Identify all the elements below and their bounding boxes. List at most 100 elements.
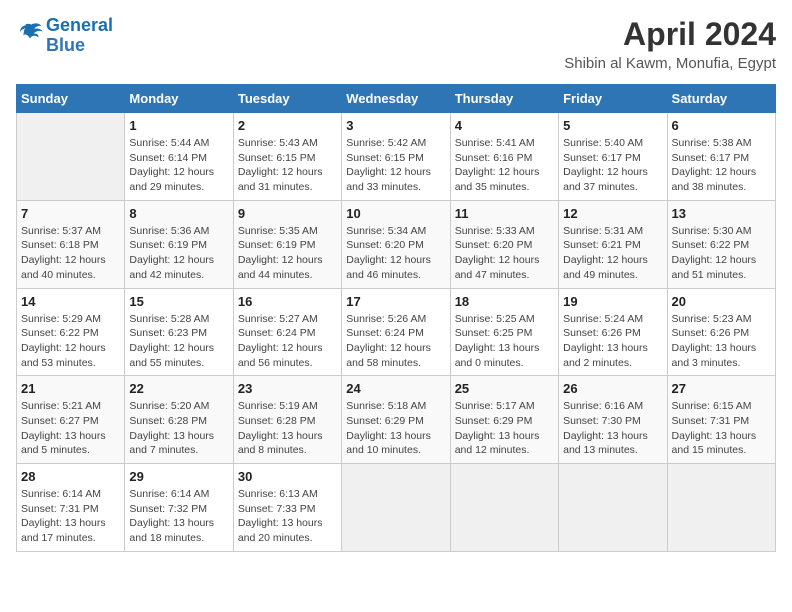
day-number: 8 <box>129 206 228 221</box>
weekday-header-saturday: Saturday <box>667 85 775 113</box>
day-number: 20 <box>672 294 771 309</box>
day-number: 23 <box>238 381 337 396</box>
day-info: Sunrise: 5:19 AM Sunset: 6:28 PM Dayligh… <box>238 399 337 458</box>
day-number: 27 <box>672 381 771 396</box>
calendar-cell: 13 Sunrise: 5:30 AM Sunset: 6:22 PM Dayli… <box>667 200 775 288</box>
calendar-cell: 19 Sunrise: 5:24 AM Sunset: 6:26 PM Dayli… <box>559 288 667 376</box>
calendar-cell: 7 Sunrise: 5:37 AM Sunset: 6:18 PM Daylig… <box>17 200 125 288</box>
calendar-cell: 4 Sunrise: 5:41 AM Sunset: 6:16 PM Daylig… <box>450 113 558 201</box>
calendar-cell: 10Sunrise: 5:34 AM Sunset: 6:20 PM Dayli… <box>342 200 450 288</box>
day-info: Sunrise: 5:42 AM Sunset: 6:15 PM Dayligh… <box>346 136 445 195</box>
day-number: 26 <box>563 381 662 396</box>
day-info: Sunrise: 5:35 AM Sunset: 6:19 PM Dayligh… <box>238 224 337 283</box>
day-info: Sunrise: 6:13 AM Sunset: 7:33 PM Dayligh… <box>238 487 337 546</box>
day-number: 16 <box>238 294 337 309</box>
day-info: Sunrise: 5:30 AM Sunset: 6:22 PM Dayligh… <box>672 224 771 283</box>
day-number: 3 <box>346 118 445 133</box>
day-info: Sunrise: 5:44 AM Sunset: 6:14 PM Dayligh… <box>129 136 228 195</box>
calendar-cell: 2Sunrise: 5:43 AM Sunset: 6:15 PM Daylig… <box>233 113 341 201</box>
calendar-cell: 28Sunrise: 6:14 AM Sunset: 7:31 PM Dayli… <box>17 464 125 552</box>
day-info: Sunrise: 5:18 AM Sunset: 6:29 PM Dayligh… <box>346 399 445 458</box>
calendar-cell: 18 Sunrise: 5:25 AM Sunset: 6:25 PM Dayli… <box>450 288 558 376</box>
day-info: Sunrise: 5:23 AM Sunset: 6:26 PM Dayligh… <box>672 312 771 371</box>
calendar-cell <box>17 113 125 201</box>
day-info: Sunrise: 6:14 AM Sunset: 7:32 PM Dayligh… <box>129 487 228 546</box>
day-number: 12 <box>563 206 662 221</box>
day-number: 22 <box>129 381 228 396</box>
day-info: Sunrise: 5:21 AM Sunset: 6:27 PM Dayligh… <box>21 399 120 458</box>
calendar-cell <box>667 464 775 552</box>
day-number: 4 <box>455 118 554 133</box>
title-area: April 2024 Shibin al Kawm, Monufia, Egyp… <box>564 16 776 72</box>
calendar-cell: 16Sunrise: 5:27 AM Sunset: 6:24 PM Dayli… <box>233 288 341 376</box>
weekday-header-monday: Monday <box>125 85 233 113</box>
calendar-week-4: 21 Sunrise: 5:21 AM Sunset: 6:27 PM Dayli… <box>17 376 776 464</box>
day-info: Sunrise: 6:16 AM Sunset: 7:30 PM Dayligh… <box>563 399 662 458</box>
day-info: Sunrise: 5:29 AM Sunset: 6:22 PM Dayligh… <box>21 312 120 371</box>
calendar-cell: 5 Sunrise: 5:40 AM Sunset: 6:17 PM Daylig… <box>559 113 667 201</box>
day-number: 30 <box>238 469 337 484</box>
day-number: 5 <box>563 118 662 133</box>
day-number: 21 <box>21 381 120 396</box>
day-number: 7 <box>21 206 120 221</box>
day-number: 13 <box>672 206 771 221</box>
calendar-cell: 8 Sunrise: 5:36 AM Sunset: 6:19 PM Daylig… <box>125 200 233 288</box>
calendar-week-2: 7 Sunrise: 5:37 AM Sunset: 6:18 PM Daylig… <box>17 200 776 288</box>
calendar-cell: 24 Sunrise: 5:18 AM Sunset: 6:29 PM Dayli… <box>342 376 450 464</box>
calendar-cell: 26 Sunrise: 6:16 AM Sunset: 7:30 PM Dayli… <box>559 376 667 464</box>
day-info: Sunrise: 6:15 AM Sunset: 7:31 PM Dayligh… <box>672 399 771 458</box>
calendar-cell: 25 Sunrise: 5:17 AM Sunset: 6:29 PM Dayli… <box>450 376 558 464</box>
calendar-cell: 23 Sunrise: 5:19 AM Sunset: 6:28 PM Dayli… <box>233 376 341 464</box>
day-number: 28 <box>21 469 120 484</box>
calendar-week-1: 1 Sunrise: 5:44 AM Sunset: 6:14 PM Daylig… <box>17 113 776 201</box>
day-number: 25 <box>455 381 554 396</box>
weekday-header-wednesday: Wednesday <box>342 85 450 113</box>
day-info: Sunrise: 5:41 AM Sunset: 6:16 PM Dayligh… <box>455 136 554 195</box>
calendar-cell: 11Sunrise: 5:33 AM Sunset: 6:20 PM Dayli… <box>450 200 558 288</box>
logo-bird-icon <box>16 19 44 47</box>
weekday-header-sunday: Sunday <box>17 85 125 113</box>
day-info: Sunrise: 5:24 AM Sunset: 6:26 PM Dayligh… <box>563 312 662 371</box>
logo: General Blue <box>16 16 113 56</box>
page-title: April 2024 <box>564 16 776 53</box>
calendar-cell: 29 Sunrise: 6:14 AM Sunset: 7:32 PM Dayli… <box>125 464 233 552</box>
calendar-cell: 9 Sunrise: 5:35 AM Sunset: 6:19 PM Daylig… <box>233 200 341 288</box>
day-number: 11 <box>455 206 554 221</box>
day-number: 1 <box>129 118 228 133</box>
calendar-cell <box>559 464 667 552</box>
calendar-cell <box>450 464 558 552</box>
calendar-week-3: 14 Sunrise: 5:29 AM Sunset: 6:22 PM Dayli… <box>17 288 776 376</box>
day-info: Sunrise: 5:17 AM Sunset: 6:29 PM Dayligh… <box>455 399 554 458</box>
day-number: 29 <box>129 469 228 484</box>
day-number: 24 <box>346 381 445 396</box>
calendar-cell: 27 Sunrise: 6:15 AM Sunset: 7:31 PM Dayli… <box>667 376 775 464</box>
page-subtitle: Shibin al Kawm, Monufia, Egypt <box>564 55 776 72</box>
calendar-cell: 22 Sunrise: 5:20 AM Sunset: 6:28 PM Dayli… <box>125 376 233 464</box>
day-number: 14 <box>21 294 120 309</box>
day-info: Sunrise: 5:38 AM Sunset: 6:17 PM Dayligh… <box>672 136 771 195</box>
day-info: Sunrise: 5:25 AM Sunset: 6:25 PM Dayligh… <box>455 312 554 371</box>
page-header: General Blue April 2024 Shibin al Kawm, … <box>16 16 776 72</box>
calendar-cell: 15 Sunrise: 5:28 AM Sunset: 6:23 PM Dayli… <box>125 288 233 376</box>
day-number: 19 <box>563 294 662 309</box>
day-number: 10 <box>346 206 445 221</box>
day-number: 18 <box>455 294 554 309</box>
day-info: Sunrise: 5:37 AM Sunset: 6:18 PM Dayligh… <box>21 224 120 283</box>
day-info: Sunrise: 5:28 AM Sunset: 6:23 PM Dayligh… <box>129 312 228 371</box>
calendar-cell: 12Sunrise: 5:31 AM Sunset: 6:21 PM Dayli… <box>559 200 667 288</box>
calendar-cell: 17 Sunrise: 5:26 AM Sunset: 6:24 PM Dayli… <box>342 288 450 376</box>
day-number: 17 <box>346 294 445 309</box>
calendar-cell: 20 Sunrise: 5:23 AM Sunset: 6:26 PM Dayli… <box>667 288 775 376</box>
day-info: Sunrise: 5:26 AM Sunset: 6:24 PM Dayligh… <box>346 312 445 371</box>
weekday-header-row: SundayMondayTuesdayWednesdayThursdayFrid… <box>17 85 776 113</box>
weekday-header-thursday: Thursday <box>450 85 558 113</box>
weekday-header-tuesday: Tuesday <box>233 85 341 113</box>
calendar-cell: 30 Sunrise: 6:13 AM Sunset: 7:33 PM Dayli… <box>233 464 341 552</box>
day-info: Sunrise: 5:20 AM Sunset: 6:28 PM Dayligh… <box>129 399 228 458</box>
day-info: Sunrise: 5:36 AM Sunset: 6:19 PM Dayligh… <box>129 224 228 283</box>
day-number: 15 <box>129 294 228 309</box>
calendar-cell: 6Sunrise: 5:38 AM Sunset: 6:17 PM Daylig… <box>667 113 775 201</box>
logo-text: General Blue <box>46 16 113 56</box>
day-number: 9 <box>238 206 337 221</box>
day-info: Sunrise: 5:40 AM Sunset: 6:17 PM Dayligh… <box>563 136 662 195</box>
